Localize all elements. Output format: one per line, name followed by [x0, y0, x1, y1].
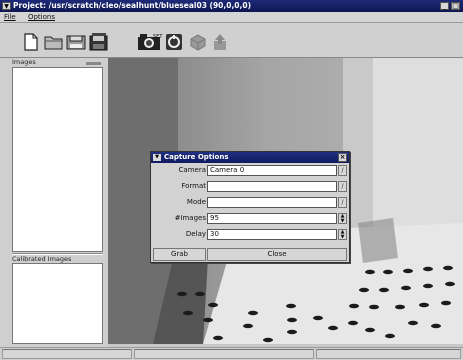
dialog-close-icon[interactable]: ×: [338, 153, 347, 162]
close-button[interactable]: Close: [207, 248, 347, 261]
panel-grip[interactable]: [86, 62, 101, 65]
dialog-menu-icon[interactable]: ▼: [153, 154, 161, 161]
new-file-icon[interactable]: [21, 32, 41, 52]
camera-capture-icon[interactable]: SET: [137, 32, 163, 52]
delay-spinner-icon[interactable]: ▲ ▼: [338, 229, 347, 240]
images-count-input[interactable]: 95: [207, 213, 337, 224]
maximize-button[interactable]: □: [451, 2, 460, 10]
delay-label: Delay: [185, 230, 206, 238]
images-list[interactable]: [12, 67, 103, 252]
images-count-spinner-icon[interactable]: ▲ ▼: [338, 213, 347, 224]
open-folder-icon[interactable]: [44, 32, 64, 52]
format-label: Format: [181, 182, 206, 190]
calibrated-images-list[interactable]: [12, 263, 103, 344]
capture-options-dialog: Capture Options ▼ × Camera Camera 0 / Fo…: [150, 151, 350, 263]
menu-bar: File Options: [0, 12, 463, 23]
menu-file[interactable]: File: [4, 13, 16, 21]
images-count-label: #Images: [174, 214, 206, 222]
format-dropdown-icon[interactable]: /: [338, 181, 347, 192]
mode-dropdown-icon[interactable]: /: [338, 197, 347, 208]
export-icon[interactable]: [210, 32, 230, 52]
images-label: Images: [12, 58, 36, 66]
dialog-title: Capture Options: [164, 153, 229, 161]
camera-dropdown-icon[interactable]: /: [338, 165, 347, 176]
minimize-button[interactable]: _: [440, 2, 449, 10]
mode-select[interactable]: [207, 197, 337, 208]
mode-label: Mode: [186, 198, 206, 206]
delay-input[interactable]: 30: [207, 229, 337, 240]
menu-options[interactable]: Options: [28, 13, 55, 21]
grab-button[interactable]: Grab: [153, 248, 206, 261]
calibrated-images-label: Calibrated Images: [12, 255, 72, 263]
camera-label: Camera: [178, 166, 206, 174]
status-segment-1: [2, 349, 132, 359]
save-icon[interactable]: [66, 32, 86, 52]
status-segment-2: [134, 349, 314, 359]
window-title-bar[interactable]: Project: /usr/scratch/cleo/sealhunt/blue…: [0, 0, 463, 12]
dialog-title-bar[interactable]: Capture Options: [151, 152, 349, 163]
svg-text:SET: SET: [153, 34, 163, 40]
window-menu-icon[interactable]: ▼: [2, 2, 11, 10]
save-all-icon[interactable]: [89, 32, 109, 52]
window-title: Project: /usr/scratch/cleo/sealhunt/blue…: [13, 1, 252, 10]
camera-select[interactable]: Camera 0: [207, 165, 337, 176]
cube-icon[interactable]: [188, 32, 208, 52]
calibrate-icon[interactable]: [164, 32, 184, 52]
status-segment-3: [316, 349, 461, 359]
format-select[interactable]: [207, 181, 337, 192]
